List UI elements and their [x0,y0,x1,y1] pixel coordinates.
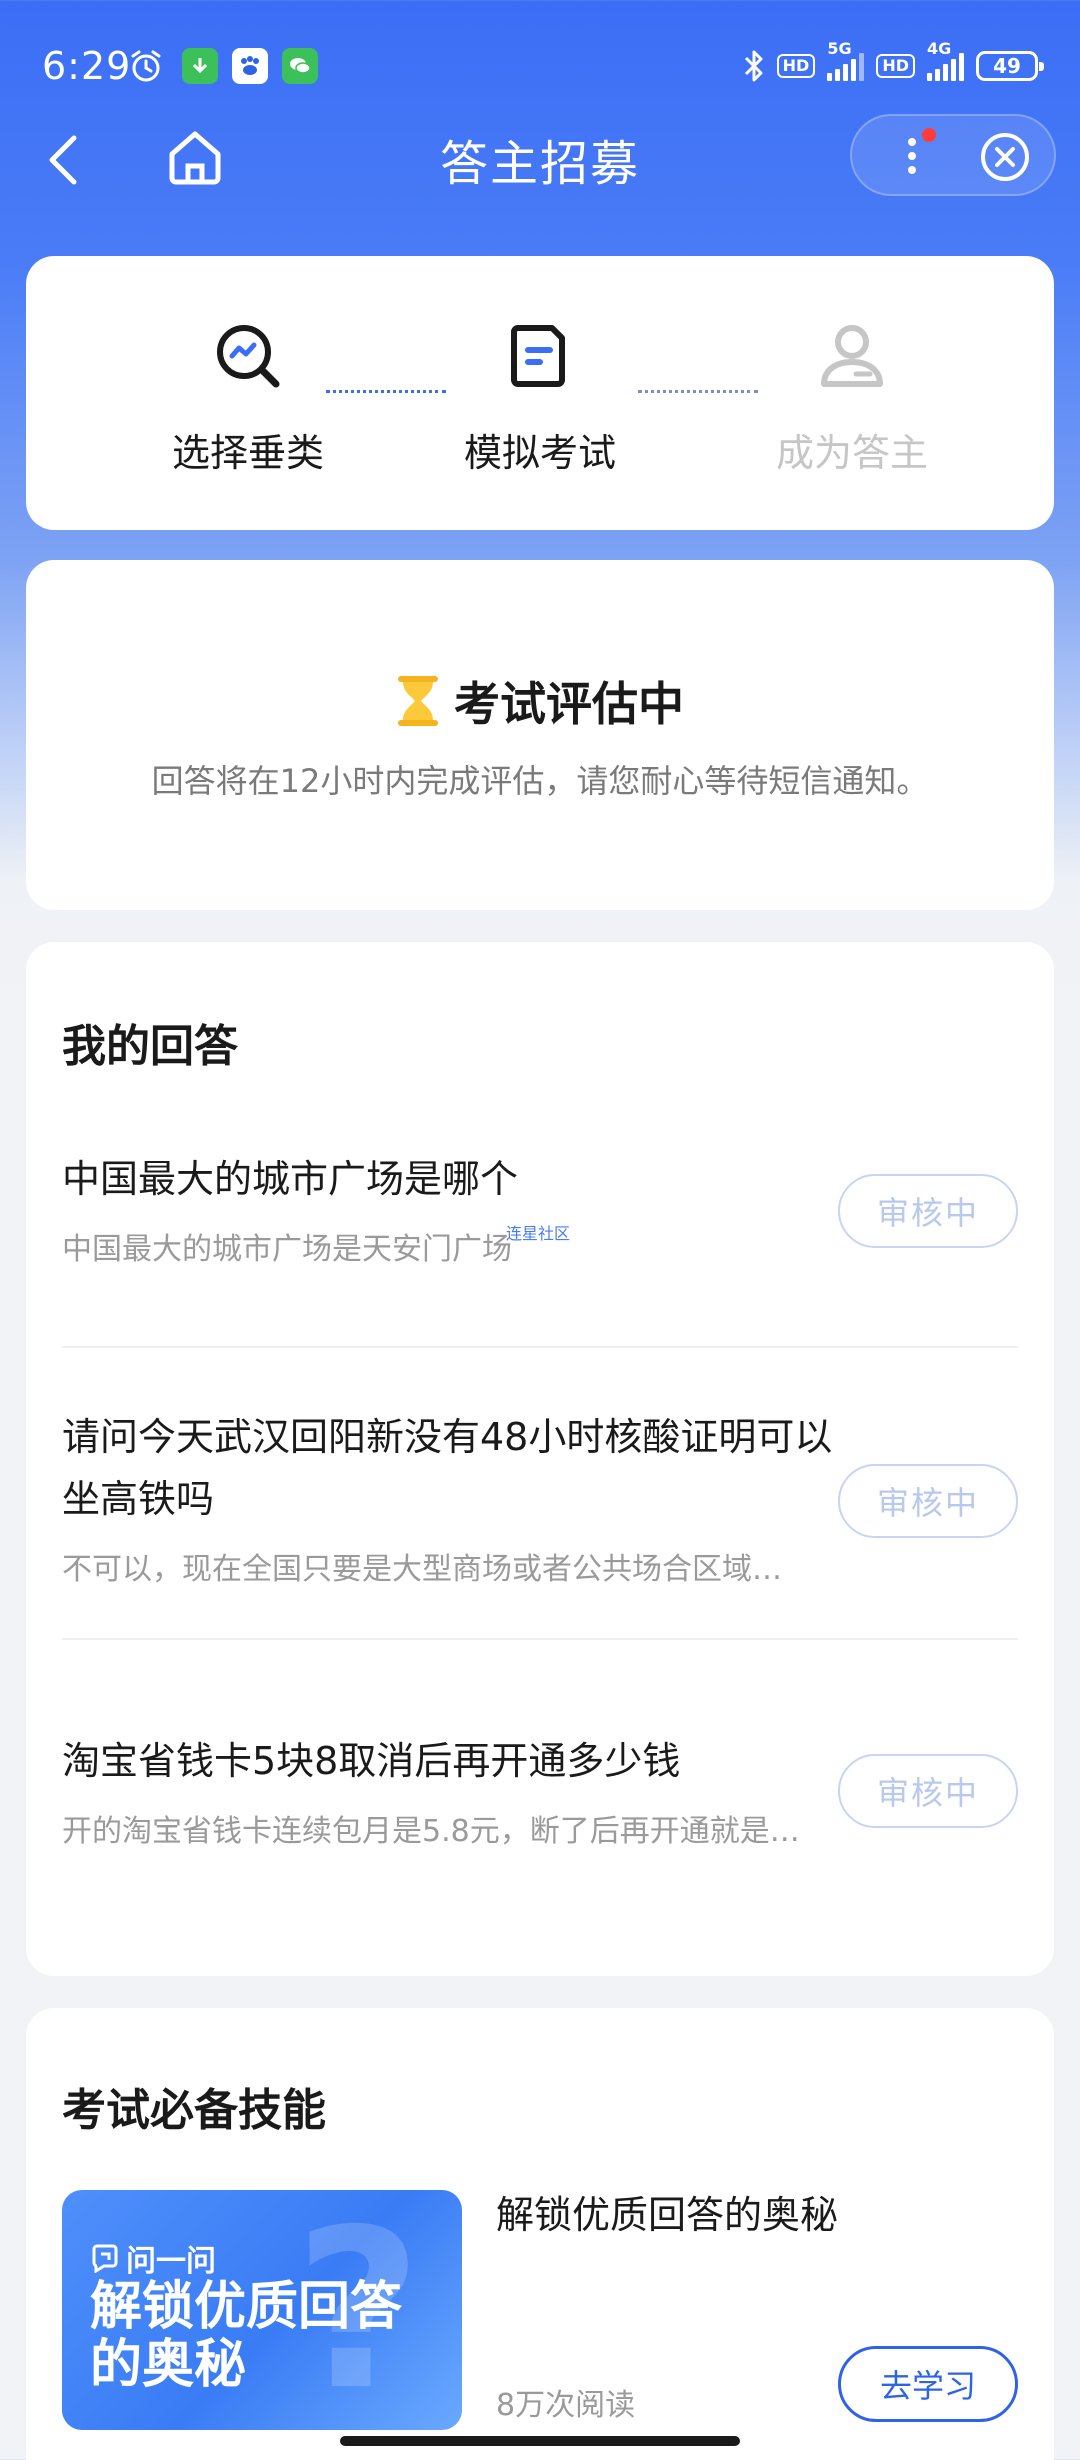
divider [62,1346,1018,1348]
status-indicators: HD 5G HD 4G 49 [743,39,1044,88]
watermark-text: 连星社区 [506,1224,571,1243]
answer-preview: 不可以，现在全国只要是大型商场或者公共场合区域… [62,1552,782,1587]
hd-badge: HD [776,54,816,78]
hourglass-icon [398,676,438,726]
bluetooth-icon [744,50,763,82]
exam-status-card: 考试评估中 回答将在12小时内完成评估，请您耐心等待短信通知。 [26,560,1054,910]
chat-bubble-icon [92,2244,118,2273]
answer-question: 中国最大的城市广场是哪个 [62,1157,519,1201]
search-chart-icon [208,316,288,396]
baidu-app-icon [232,48,268,84]
learn-button[interactable]: 去学习 [838,2346,1018,2422]
notification-dot [922,128,936,142]
review-status-badge: 审核中 [838,1754,1018,1828]
step-choose-category: 选择垂类 [128,316,368,477]
user-icon [812,316,892,396]
status-description: 回答将在12小时内完成评估，请您耐心等待短信通知。 [151,762,929,800]
status-title: 考试评估中 [454,677,684,731]
answer-preview: 中国最大的城市广场是天安门广场 [62,1232,512,1267]
answer-question: 淘宝省钱卡5块8取消后再开通多少钱 [62,1739,681,1783]
review-status-badge: 审核中 [838,1174,1018,1248]
document-icon [500,316,580,396]
thumbnail-headline: 解锁优质回答的奥秘 [90,2277,403,2395]
answer-item[interactable]: 淘宝省钱卡5块8取消后再开通多少钱 开的淘宝省钱卡连续包月是5.8元，断了后再开… [62,1730,1018,1850]
my-answers-card: 我的回答 中国最大的城市广场是哪个 中国最大的城市广场是天安门广场 审核中 连星… [26,942,1054,1976]
step-label: 模拟考试 [463,431,616,475]
section-title: 我的回答 [62,1021,238,1072]
home-indicator[interactable] [340,2436,740,2446]
exam-skills-card: 考试必备技能 ? 问一问 解锁优质回答的奥秘 解锁优质回答的奥秘 8万次阅读 去… [26,2008,1054,2460]
step-mock-exam: 模拟考试 [420,316,660,477]
step-label: 成为答主 [775,431,928,475]
article-title[interactable]: 解锁优质回答的奥秘 [496,2184,838,2239]
step-become-answerer: 成为答主 [732,316,972,477]
status-time: 6:29 [42,44,132,88]
review-status-badge: 审核中 [838,1464,1018,1538]
battery-level: 49 [993,54,1021,78]
article-thumbnail[interactable]: ? 问一问 解锁优质回答的奥秘 [62,2190,462,2430]
network-type-4g: 4G [927,39,952,58]
battery-icon: 49 [976,51,1044,81]
answer-question: 请问今天武汉回阳新没有48小时核酸证明可以坐高铁吗 [62,1415,833,1521]
alarm-icon [128,48,164,84]
close-button[interactable] [976,128,1034,186]
network-type-5g: 5G [827,39,852,58]
step-label: 选择垂类 [171,431,324,475]
hd-badge-2: HD [876,54,915,78]
miniapp-capsule [850,114,1056,196]
answer-item[interactable]: 中国最大的城市广场是哪个 中国最大的城市广场是天安门广场 审核中 [62,1148,1018,1268]
read-count: 8万次阅读 [496,2388,636,2423]
answer-preview: 开的淘宝省钱卡连续包月是5.8元，断了后再开通就是… [62,1814,800,1849]
nav-bar: 答主招募 [0,110,1080,210]
close-circle-icon [981,133,1029,181]
download-app-icon [182,48,218,84]
progress-steps-card: 选择垂类 模拟考试 成为答主 [26,256,1054,530]
brand-logo: 问一问 [90,2236,216,2280]
wechat-app-icon [282,48,318,84]
section-title: 考试必备技能 [62,2085,326,2136]
divider [62,1638,1018,1640]
brand-name: 问一问 [126,2244,216,2279]
status-heading: 考试评估中 [26,668,1054,734]
answer-item[interactable]: 请问今天武汉回阳新没有48小时核酸证明可以坐高铁吗 不可以，现在全国只要是大型商… [62,1406,1018,1588]
